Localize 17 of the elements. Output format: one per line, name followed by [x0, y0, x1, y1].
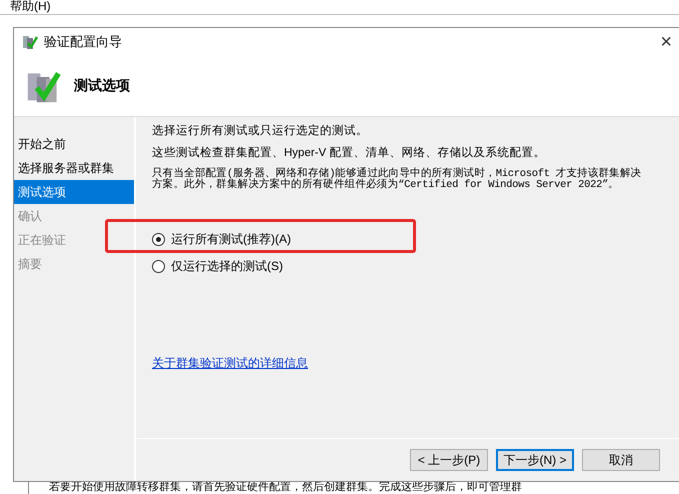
- wizard-button[interactable]: 下一步(N) >: [496, 449, 574, 471]
- wizard-step[interactable]: 开始之前: [14, 132, 134, 156]
- radio-option[interactable]: 运行所有测试(推荐)(A): [152, 231, 678, 248]
- description-text: 选择运行所有测试或只运行选定的测试。: [152, 125, 369, 137]
- wizard-step[interactable]: 选择服务器或群集: [14, 156, 134, 180]
- help-menu[interactable]: 帮助(H): [10, 0, 51, 13]
- wizard-button[interactable]: 取消: [582, 449, 660, 471]
- close-button[interactable]: ×: [660, 30, 672, 54]
- window-title: 验证配置向导: [44, 33, 122, 51]
- wizard-step[interactable]: 测试选项: [14, 180, 134, 204]
- wizard-button[interactable]: < 上一步(P): [410, 449, 488, 471]
- description-text: 这些测试检查群集配置、Hyper-V 配置、清单、网络、存储以及系统配置。: [152, 147, 546, 159]
- description-text: 只有当全部配置(服务器、网络和存储)能够通过此向导中的所有测试时，Microsoft 才支持该群集解决方案。此外，群集解决方案中的所有硬件组件必须为“Certified for Windows Server 2022”。: [152, 169, 642, 191]
- radio-option[interactable]: 仅运行选择的测试(S): [152, 258, 678, 275]
- server-check-icon: [22, 34, 38, 50]
- page-title: 测试选项: [74, 77, 130, 95]
- details-link[interactable]: 关于群集验证测试的详细信息: [152, 355, 308, 372]
